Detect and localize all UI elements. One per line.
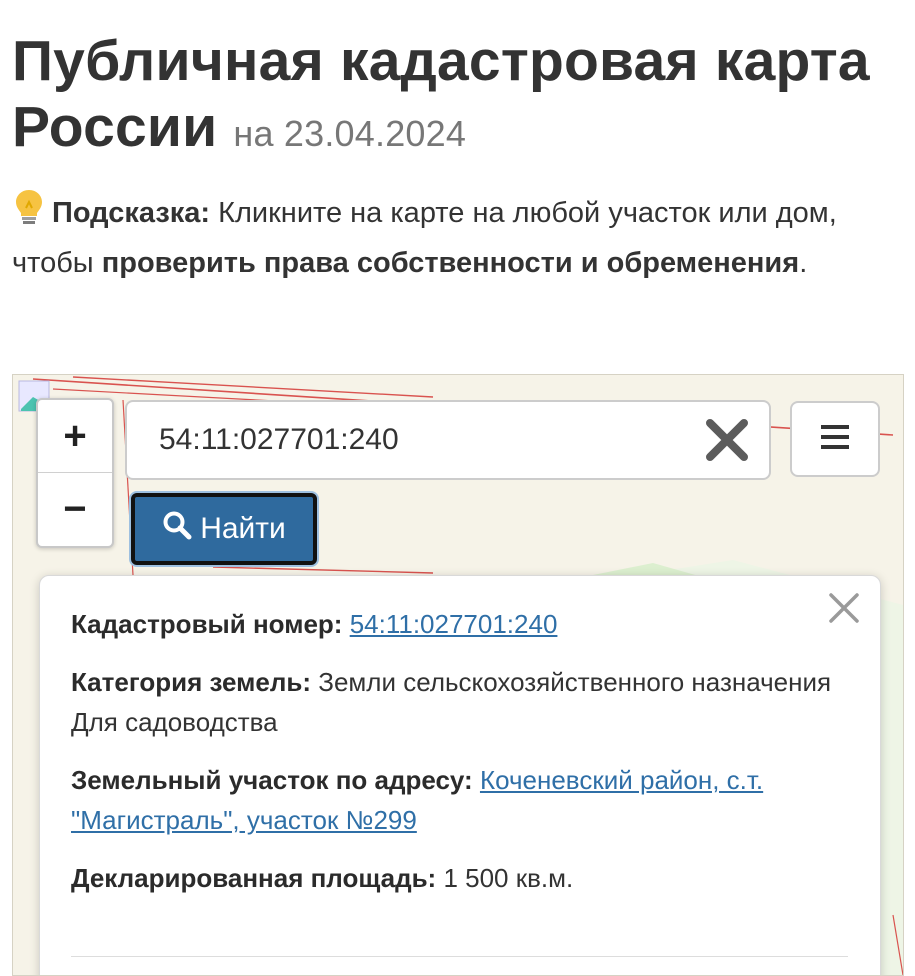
land-category-value: Земли сельскохозяйственного назначения xyxy=(318,667,832,697)
page-title: Публичная кадастровая карта России на 23… xyxy=(12,28,907,167)
cadastral-number-row: Кадастровый номер: 54:11:027701:240 xyxy=(71,604,848,644)
menu-button[interactable] xyxy=(790,401,880,477)
find-button-label: Найти xyxy=(200,512,286,545)
find-button[interactable]: Найти xyxy=(131,493,317,565)
address-row: Земельный участок по адресу: Коченевский… xyxy=(71,760,848,840)
land-category-row: Категория земель: Земли сельскохозяйстве… xyxy=(71,662,848,742)
zoom-control: + − xyxy=(36,398,114,548)
cadastral-map[interactable]: + − Найти Кадастровый номер: 54:11:02770… xyxy=(12,374,904,976)
area-label: Декларированная площадь: xyxy=(71,863,437,893)
search-box xyxy=(125,400,771,480)
area-row: Декларированная площадь: 1 500 кв.м. xyxy=(71,858,848,898)
close-icon[interactable] xyxy=(826,590,862,626)
area-value: 1 500 кв.м. xyxy=(443,863,574,893)
zoom-in-button[interactable]: + xyxy=(38,400,112,472)
cadastral-number-link[interactable]: 54:11:027701:240 xyxy=(350,609,558,639)
land-use-value: Для садоводства xyxy=(71,707,278,737)
parcel-info-popup: Кадастровый номер: 54:11:027701:240 Кате… xyxy=(39,575,881,975)
zoom-out-button[interactable]: − xyxy=(38,472,112,545)
hamburger-menu-icon xyxy=(820,424,850,455)
lightbulb-icon xyxy=(12,188,46,240)
hint-bold: проверить права собственности и обремене… xyxy=(101,247,800,279)
search-icon xyxy=(162,510,192,548)
hint-label: Подсказка: xyxy=(52,197,211,229)
page-date: на 23.04.2024 xyxy=(233,113,467,154)
divider xyxy=(71,956,848,957)
hint-text: Подсказка: Кликните на карте на любой уч… xyxy=(12,188,902,286)
hint-end: . xyxy=(799,247,808,279)
cadastral-number-label: Кадастровый номер: xyxy=(71,609,343,639)
close-icon[interactable] xyxy=(703,416,751,464)
search-input[interactable] xyxy=(127,402,719,478)
address-label: Земельный участок по адресу: xyxy=(71,765,473,795)
land-category-label: Категория земель: xyxy=(71,667,312,697)
